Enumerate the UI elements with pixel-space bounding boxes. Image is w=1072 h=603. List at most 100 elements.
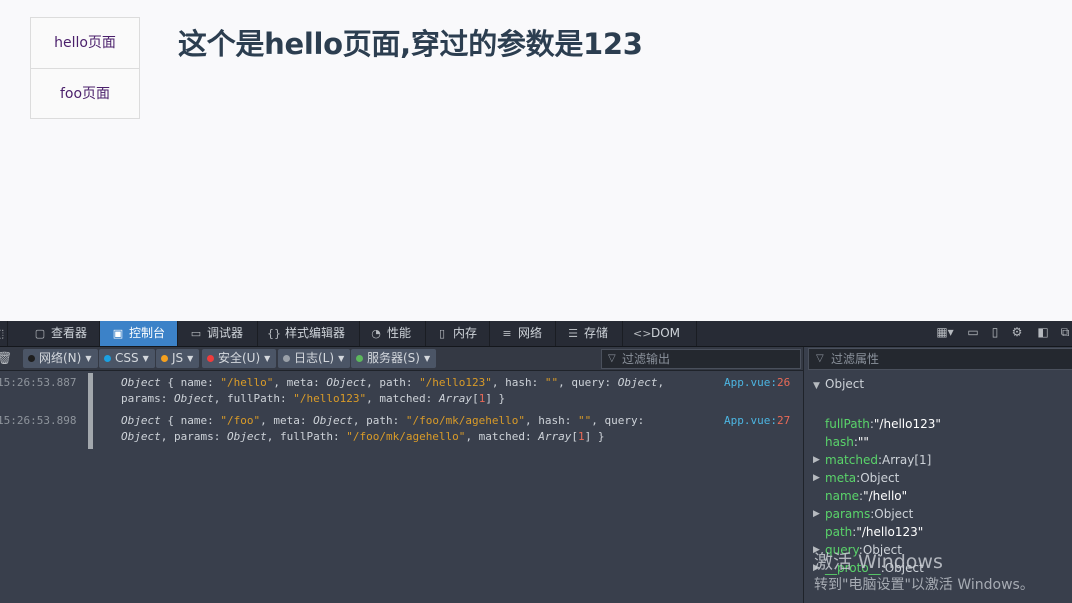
performance-icon: ◔ <box>371 327 381 340</box>
string-token: "" <box>544 376 559 389</box>
toolbox-buttons: ▦▾ ▭ ▯ ⚙ ◧ ⧉ <box>934 325 1072 343</box>
chevron-down-icon: ▼ <box>85 354 92 363</box>
dock-side-icon[interactable]: ◧ <box>1036 325 1050 339</box>
filter-label: 服务器(S) <box>367 351 420 365</box>
separate-window-icon[interactable]: ⧉ <box>1058 325 1072 339</box>
tab-style-editor[interactable]: {} 样式编辑器 <box>258 321 360 346</box>
type-token[interactable]: Array <box>538 430 571 443</box>
filter-network-button[interactable]: 网络(N) ▼ <box>23 349 98 368</box>
funnel-icon: ▽ <box>816 353 824 364</box>
property-row[interactable]: fullPath:"/hello123" <box>825 416 941 432</box>
property-row[interactable]: ▶ matched:Array[1] <box>813 452 931 468</box>
text-token: ] } <box>584 430 605 443</box>
settings-icon[interactable]: ⚙ <box>1010 325 1024 339</box>
property-key: params <box>825 507 871 521</box>
log-timestamp: 15:26:53.898 <box>0 414 77 427</box>
source-file: App.vue <box>724 414 771 427</box>
style-editor-icon: {} <box>267 327 281 340</box>
tab-network[interactable]: ≡ 网络 <box>490 321 556 346</box>
filter-css-button[interactable]: CSS ▼ <box>99 349 155 368</box>
property-value: "/hello123" <box>873 417 941 431</box>
memory-icon: ▯ <box>438 327 446 340</box>
filter-props-placeholder: 过滤属性 <box>831 352 880 366</box>
filter-logging-button[interactable]: 日志(L) ▼ <box>278 349 351 368</box>
tab-storage[interactable]: ☰ 存储 <box>556 321 623 346</box>
filter-security-button[interactable]: 安全(U) ▼ <box>202 349 277 368</box>
expand-arrow-icon[interactable]: ▶ <box>813 470 820 486</box>
text-token: , matched: <box>366 392 439 405</box>
property-row[interactable]: ▶ params:Object <box>813 506 914 522</box>
string-token: "/foo/mk/agehello" <box>405 414 526 427</box>
property-row[interactable]: path:"/hello123" <box>825 524 923 540</box>
filter-server-button[interactable]: 服务器(S) ▼ <box>351 349 437 368</box>
text-token: , query: <box>558 376 618 389</box>
tab-inspector[interactable]: ▢ 查看器 <box>24 321 100 346</box>
property-value: "/hello123" <box>856 525 924 539</box>
log-line: params: Object, fullPath: "/hello123", m… <box>121 391 711 407</box>
string-token: "/foo/mk/agehello" <box>346 430 466 443</box>
type-token[interactable]: Object <box>121 414 161 427</box>
tab-debugger[interactable]: ▭ 调试器 <box>178 321 258 346</box>
object-tree-root[interactable]: ▼ Object <box>813 376 864 394</box>
property-value: "/hello" <box>863 489 908 503</box>
log-source-link[interactable]: App.vue:26 <box>724 375 790 391</box>
filter-properties-input[interactable]: ▽ 过滤属性 <box>808 348 1072 370</box>
filter-output-placeholder: 过滤输出 <box>622 352 671 366</box>
filter-label: CSS <box>115 351 139 365</box>
pick-element-icon[interactable]: ⬚ <box>0 321 8 346</box>
filter-dot <box>28 355 35 362</box>
watermark-subtitle: 转到"电脑设置"以激活 Windows。 <box>814 577 1034 593</box>
type-token[interactable]: Array <box>439 392 472 405</box>
property-row[interactable]: ▶ meta:Object <box>813 470 900 486</box>
screenshot-icon[interactable]: ▯ <box>988 325 1002 339</box>
property-value: Object <box>874 507 914 521</box>
type-token[interactable]: Object <box>121 376 161 389</box>
tab-performance[interactable]: ◔ 性能 <box>360 321 426 346</box>
funnel-icon: ▽ <box>608 353 616 364</box>
log-line: Object { name: "/foo", meta: Object, pat… <box>121 413 711 429</box>
filter-output-input[interactable]: ▽ 过滤输出 <box>601 349 801 369</box>
type-token[interactable]: Object <box>121 430 161 443</box>
log-message: Object { name: "/hello", meta: Object, p… <box>121 375 711 407</box>
clear-console-icon[interactable]: 🗑 <box>0 351 12 365</box>
filter-label: 日志(L) <box>294 351 335 365</box>
filter-label: 安全(U) <box>218 351 261 365</box>
type-token[interactable]: Object <box>618 376 658 389</box>
filter-js-button[interactable]: JS ▼ <box>156 349 200 368</box>
nav-link-hello[interactable]: hello页面 <box>31 18 139 68</box>
property-value: "" <box>857 435 869 449</box>
string-token: "/hello123" <box>293 392 367 405</box>
expand-arrow-icon[interactable]: ▶ <box>813 506 820 522</box>
tab-dom[interactable]: <>DOM <box>623 321 697 346</box>
filter-dot <box>104 355 111 362</box>
property-key: name <box>825 489 860 503</box>
tab-memory[interactable]: ▯ 内存 <box>426 321 490 346</box>
text-token: , params: <box>160 430 227 443</box>
tab-console[interactable]: ▣ 控制台 <box>100 321 178 346</box>
log-timestamp: 15:26:53.887 <box>0 376 77 389</box>
type-token[interactable]: Object <box>227 430 267 443</box>
property-value: Object <box>860 471 900 485</box>
log-source-link[interactable]: App.vue:27 <box>724 413 790 429</box>
responsive-design-icon[interactable]: ▭ <box>966 325 980 339</box>
text-token: , meta: <box>260 414 314 427</box>
chevron-down-icon: ▼ <box>142 354 149 363</box>
filter-label: 网络(N) <box>39 351 82 365</box>
nav-link-foo[interactable]: foo页面 <box>31 68 139 118</box>
expand-arrow-icon[interactable]: ▶ <box>813 452 820 468</box>
devtools-tabbar: ⬚ ▢ 查看器 ▣ 控制台 ▭ 调试器 {} 样式编辑器 ◔ 性能 ▯ 内存 ≡ 网络 ☰ 存储… <box>0 321 1072 347</box>
type-token[interactable]: Object <box>174 392 214 405</box>
tab-label: 内存 <box>453 326 478 340</box>
log-message: Object { name: "/foo", meta: Object, pat… <box>121 413 711 445</box>
debugger-icon: ▭ <box>190 327 202 340</box>
log-line: Object { name: "/hello", meta: Object, p… <box>121 375 711 391</box>
filter-dot <box>283 355 290 362</box>
property-row[interactable]: name:"/hello" <box>825 488 907 504</box>
frame-select-icon[interactable]: ▦▾ <box>934 325 956 339</box>
text-token: params: <box>121 392 174 405</box>
text-token: , meta: <box>273 376 327 389</box>
type-token[interactable]: Object <box>326 376 366 389</box>
string-token: "" <box>578 414 592 427</box>
property-row[interactable]: hash:"" <box>825 434 869 450</box>
type-token[interactable]: Object <box>313 414 353 427</box>
